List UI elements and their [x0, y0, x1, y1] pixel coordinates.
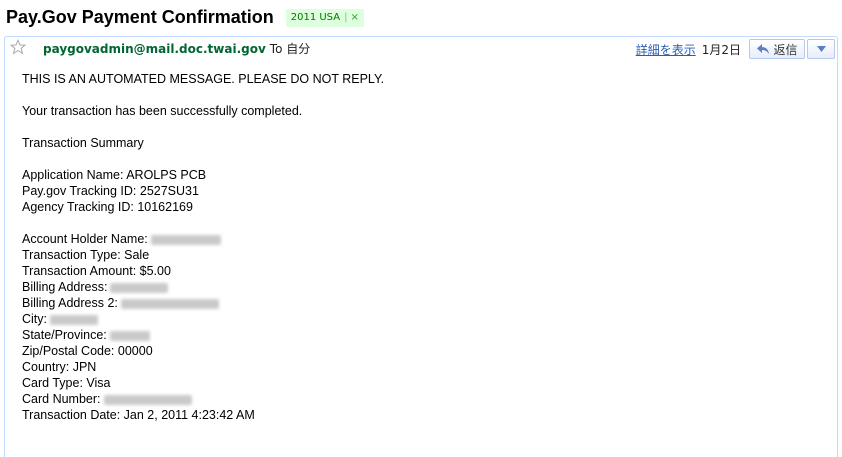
redacted-state	[109, 330, 150, 341]
triangle-down-icon	[816, 46, 826, 52]
transaction-type: Transaction Type: Sale	[22, 248, 150, 262]
redacted-billing-address	[110, 282, 169, 293]
reply-arrow-icon	[757, 44, 770, 54]
label-chip[interactable]: 2011 USA | ×	[285, 9, 364, 27]
billing-address2-line: Billing Address 2:	[22, 295, 822, 311]
account-holder-label: Account Holder Name:	[22, 232, 148, 246]
completed-line: Your transaction has been successfully c…	[22, 104, 303, 118]
transaction-amount: Transaction Amount: $5.00	[22, 264, 171, 278]
application-name: Application Name: AROLPS PCB	[22, 168, 207, 182]
zip-code: Zip/Postal Code: 00000	[22, 344, 153, 358]
reply-button[interactable]: 返信	[749, 39, 805, 59]
redacted-city	[50, 314, 98, 325]
redacted-billing-address2	[120, 298, 219, 309]
star-icon[interactable]	[10, 39, 26, 55]
state-label: State/Province:	[22, 328, 107, 342]
show-details-link[interactable]: 詳細を表示	[636, 41, 696, 58]
account-holder-line: Account Holder Name:	[22, 231, 822, 247]
billing-address-line: Billing Address:	[22, 279, 822, 295]
card-type: Card Type: Visa	[22, 376, 111, 390]
country: Country: JPN	[22, 360, 97, 374]
billing-address2-label: Billing Address 2:	[22, 296, 118, 310]
automated-notice: THIS IS AN AUTOMATED MESSAGE. PLEASE DO …	[22, 72, 385, 86]
reply-button-label: 返信	[773, 42, 798, 57]
subject-title: Pay.Gov Payment Confirmation	[6, 6, 274, 27]
billing-address-label: Billing Address:	[22, 280, 108, 294]
city-line: City:	[22, 311, 822, 327]
card-number-label: Card Number:	[22, 392, 101, 406]
agency-tracking-id: Agency Tracking ID: 10162169	[22, 200, 193, 214]
redacted-card-number	[103, 394, 192, 405]
message-date: 1月2日	[701, 42, 741, 57]
redacted-account-holder	[150, 234, 221, 245]
message-card: paygovadmin@mail.doc.twai.gov To 自分 詳細を表示…	[4, 36, 838, 457]
sender-email[interactable]: paygovadmin@mail.doc.twai.gov	[43, 42, 266, 56]
message-header: paygovadmin@mail.doc.twai.gov To 自分 詳細を表示…	[5, 37, 837, 61]
state-line: State/Province:	[22, 327, 822, 343]
paygov-tracking-id: Pay.gov Tracking ID: 2527SU31	[22, 184, 199, 198]
more-actions-button[interactable]	[807, 39, 835, 59]
city-label: City:	[22, 312, 47, 326]
transaction-date: Transaction Date: Jan 2, 2011 4:23:42 AM	[22, 408, 255, 422]
card-number-line: Card Number:	[22, 391, 822, 407]
message-body: THIS IS AN AUTOMATED MESSAGE. PLEASE DO …	[22, 71, 822, 423]
subject-row: Pay.Gov Payment Confirmation 2011 USA | …	[6, 4, 364, 30]
sender-line: paygovadmin@mail.doc.twai.gov To 自分	[43, 40, 310, 57]
label-chip-text[interactable]: 2011 USA	[291, 10, 340, 26]
label-chip-separator: |	[344, 12, 348, 23]
header-actions: 詳細を表示 1月2日 返信	[636, 39, 835, 59]
recipient-text: To 自分	[269, 42, 311, 56]
summary-heading: Transaction Summary	[22, 136, 144, 150]
label-remove-button[interactable]: ×	[350, 10, 358, 26]
